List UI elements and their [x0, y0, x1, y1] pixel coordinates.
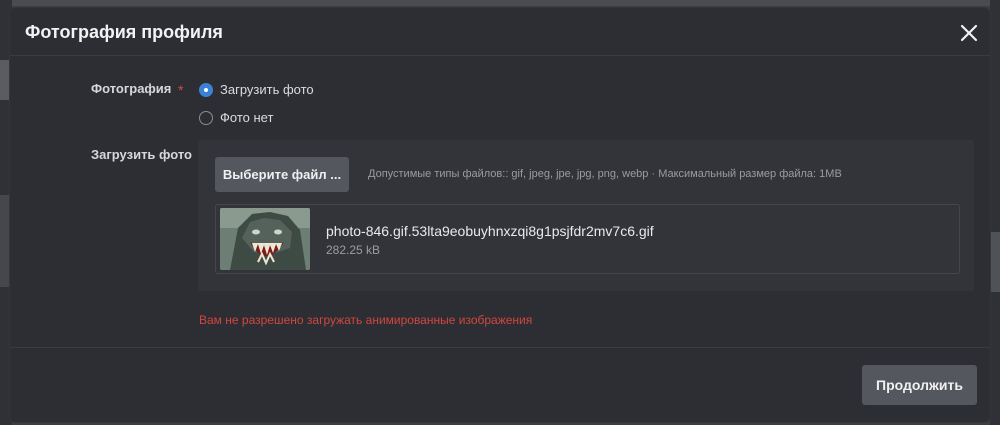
radio-upload-photo[interactable]: Загрузить фото [199, 82, 314, 97]
choose-file-button[interactable]: Выберите файл ... [215, 157, 349, 192]
continue-button[interactable]: Продолжить [862, 365, 977, 405]
footer-divider [10, 347, 990, 348]
photo-field-label: Фотография [91, 81, 172, 96]
profile-photo-dialog: Фотография профиля Фотография * Загрузит… [10, 8, 990, 422]
radio-button[interactable] [199, 110, 213, 125]
werewolf-thumbnail-image [220, 208, 310, 270]
radio-button-checked[interactable] [199, 82, 213, 97]
background-page-right [990, 0, 1000, 425]
file-name: photo-846.gif.53lta9eobuyhnxzqi8g1psjfdr… [326, 223, 654, 239]
background-block [990, 232, 1000, 292]
radio-label: Фото нет [220, 110, 274, 125]
radio-label: Загрузить фото [220, 82, 314, 97]
background-page-strip [0, 0, 1000, 6]
upload-field-label: Загрузить фото [91, 147, 192, 162]
required-mark: * [178, 82, 184, 98]
close-icon [960, 24, 978, 42]
upload-panel: Выберите файл ... Допустимые типы файлов… [198, 140, 974, 291]
radio-no-photo[interactable]: Фото нет [199, 110, 273, 125]
header-divider [10, 55, 990, 56]
dialog-title: Фотография профиля [25, 22, 223, 42]
file-thumbnail [220, 208, 310, 270]
close-button[interactable] [958, 22, 980, 44]
file-size: 282.25 kB [326, 243, 381, 257]
upload-error-message: Вам не разрешено загружать анимированные… [199, 313, 533, 327]
file-types-hint: Допустимые типы файлов:: gif, jpeg, jpe,… [368, 168, 842, 180]
uploaded-file-card: photo-846.gif.53lta9eobuyhnxzqi8g1psjfdr… [215, 204, 960, 274]
